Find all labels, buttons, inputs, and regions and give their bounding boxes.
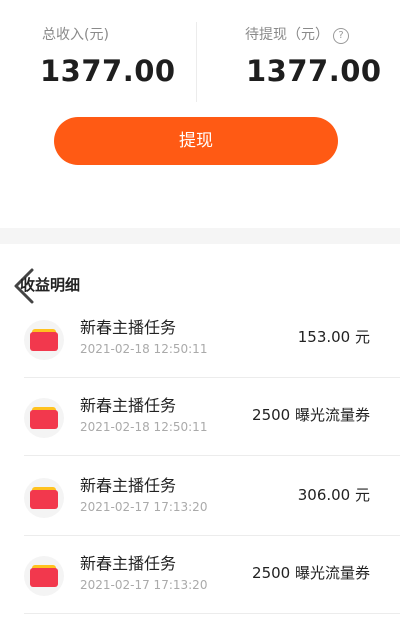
row-divider [24, 455, 400, 456]
total-income-label: 总收入(元) [42, 27, 109, 43]
total-income-value: 1377.00 [40, 54, 176, 88]
item-amount: 2500 曝光流量券 [252, 564, 370, 582]
item-title: 新春主播任务 [80, 476, 177, 495]
wallet-icon [24, 478, 64, 518]
row-divider [24, 613, 400, 614]
section-title: 收益明细 [20, 276, 81, 294]
income-details-section: 收益明细 新春主播任务 2021-02-18 12:50:11 153.00 元… [0, 244, 400, 620]
list-item[interactable]: 新春主播任务 2021-02-17 17:13:20 2500 曝光流量券 [0, 536, 400, 614]
item-amount: 153.00 元 [297, 328, 370, 346]
pending-withdraw-label-wrap: 待提现（元）? [245, 24, 349, 44]
item-title: 新春主播任务 [80, 396, 177, 415]
item-amount: 306.00 元 [297, 486, 370, 504]
item-time: 2021-02-17 17:13:20 [80, 500, 208, 514]
item-amount: 2500 曝光流量券 [252, 406, 370, 424]
item-time: 2021-02-18 12:50:11 [80, 342, 208, 356]
item-time: 2021-02-18 12:50:11 [80, 420, 208, 434]
wallet-icon [24, 320, 64, 360]
stat-divider [196, 22, 197, 102]
income-summary-card: 总收入(元) 1377.00 待提现（元）? 1377.00 提现 [0, 0, 400, 228]
pending-withdraw-label: 待提现（元） [245, 27, 329, 43]
withdraw-button[interactable]: 提现 [54, 117, 338, 165]
item-title: 新春主播任务 [80, 318, 177, 337]
list-item[interactable]: 新春主播任务 2021-02-18 12:50:11 2500 曝光流量券 [0, 378, 400, 456]
wallet-icon [24, 398, 64, 438]
help-icon[interactable]: ? [333, 28, 349, 44]
item-time: 2021-02-17 17:13:20 [80, 578, 208, 592]
list-item[interactable]: 新春主播任务 2021-02-18 12:50:11 153.00 元 [0, 300, 400, 378]
pending-withdraw-value: 1377.00 [246, 54, 382, 88]
wallet-icon [24, 556, 64, 596]
item-title: 新春主播任务 [80, 554, 177, 573]
list-item[interactable]: 新春主播任务 2021-02-17 17:13:20 306.00 元 [0, 458, 400, 536]
